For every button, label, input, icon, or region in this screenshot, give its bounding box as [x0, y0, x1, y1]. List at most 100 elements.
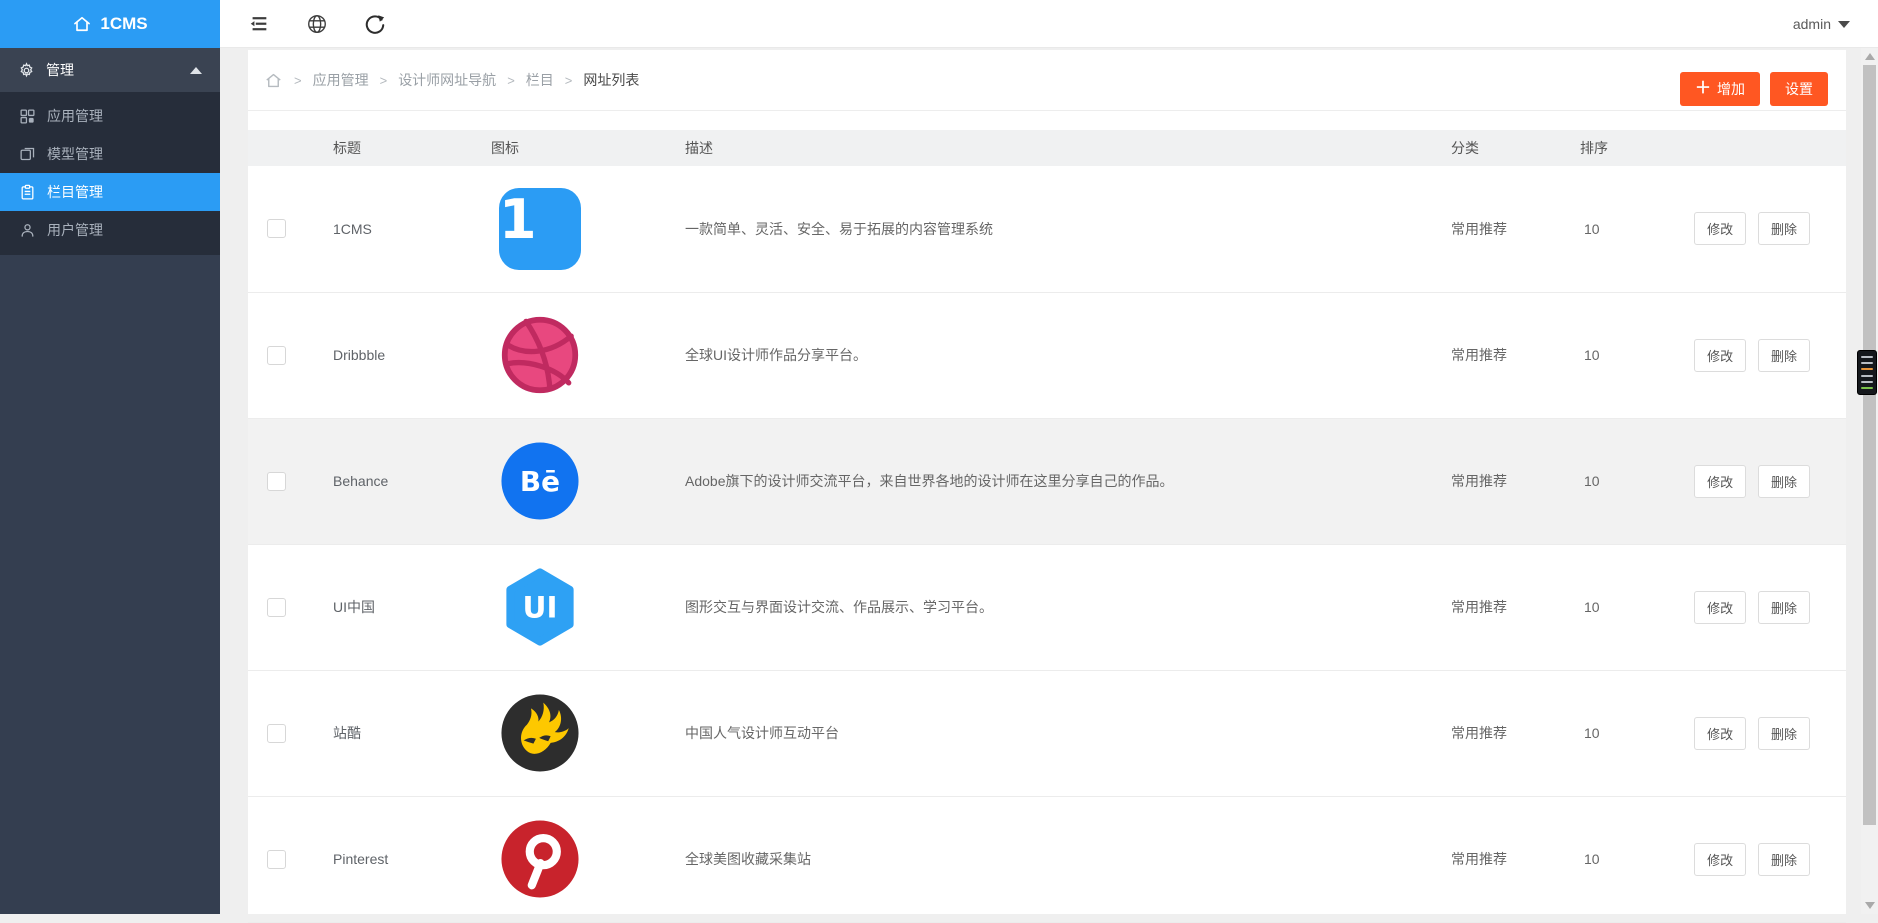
table-row: Pinterest 全球美图收藏采集站 常用推荐 10 修改 删除: [248, 796, 1846, 922]
globe-icon[interactable]: [306, 13, 328, 35]
url-list-table: 标题 图标 描述 分类 排序 1CMS 1 一款简单、灵活、安全、易于拓展的内容…: [248, 130, 1846, 923]
scrollbar-down-arrow[interactable]: [1865, 902, 1875, 909]
table-row: Dribbble 全球UI设计师作品分享平台。 常用推荐 10 修改 删除: [248, 292, 1846, 418]
scroll-minimap-widget[interactable]: [1857, 350, 1877, 395]
delete-button[interactable]: 删除: [1758, 212, 1810, 245]
settings-button[interactable]: 设置: [1770, 72, 1828, 106]
uichina-icon: UI: [499, 566, 581, 648]
delete-button[interactable]: 删除: [1758, 717, 1810, 750]
column-icon: [19, 184, 36, 201]
vertical-scrollbar[interactable]: [1861, 48, 1878, 914]
chevron-up-icon: [190, 67, 202, 74]
dribbble-icon: [499, 314, 581, 396]
edit-button[interactable]: 修改: [1694, 465, 1746, 498]
header-category: 分类: [1441, 130, 1561, 166]
row-checkbox[interactable]: [267, 219, 286, 238]
row-checkbox[interactable]: [267, 346, 286, 365]
collapse-sidebar-icon[interactable]: [248, 13, 270, 35]
breadcrumb: > 应用管理 > 设计师网址导航 > 栏目 > 网址列表: [264, 70, 639, 90]
header-order: 排序: [1561, 130, 1676, 166]
row-category: 常用推荐: [1441, 292, 1561, 418]
refresh-icon[interactable]: [364, 13, 386, 35]
plus-icon: ＋: [1695, 81, 1711, 97]
delete-button[interactable]: 删除: [1758, 339, 1810, 372]
table-row: 1CMS 1 一款简单、灵活、安全、易于拓展的内容管理系统 常用推荐 10 修改…: [248, 166, 1846, 292]
breadcrumb-separator: >: [380, 73, 388, 88]
row-order: 10: [1561, 796, 1676, 922]
sidebar-item-models[interactable]: 模型管理: [0, 135, 220, 173]
sidebar-item-label: 应用管理: [47, 106, 103, 126]
topbar: admin: [220, 0, 1878, 48]
table-row: UI中国 UI 图形交互与界面设计交流、作品展示、学习平台。 常用推荐 10 修…: [248, 544, 1846, 670]
app-title: 1CMS: [100, 14, 147, 34]
home-icon[interactable]: [264, 71, 283, 90]
sidebar-item-apps[interactable]: 应用管理: [0, 97, 220, 135]
header-title: 标题: [310, 130, 465, 166]
row-checkbox[interactable]: [267, 850, 286, 869]
row-title: Pinterest: [310, 796, 465, 922]
row-description: 全球UI设计师作品分享平台。: [685, 292, 1441, 418]
row-category: 常用推荐: [1441, 166, 1561, 292]
row-category: 常用推荐: [1441, 418, 1561, 544]
scrollbar-thumb[interactable]: [1863, 65, 1876, 825]
table-header-row: 标题 图标 描述 分类 排序: [248, 130, 1846, 166]
row-category: 常用推荐: [1441, 796, 1561, 922]
row-order: 10: [1561, 670, 1676, 796]
sidebar-item-label: 栏目管理: [47, 182, 103, 202]
sidebar-group-manage[interactable]: 管理: [0, 48, 220, 92]
breadcrumb-item[interactable]: 应用管理: [313, 70, 369, 90]
sidebar-item-users[interactable]: 用户管理: [0, 211, 220, 249]
onecms-icon: 1: [499, 188, 581, 270]
edit-button[interactable]: 修改: [1694, 591, 1746, 624]
edit-button[interactable]: 修改: [1694, 843, 1746, 876]
edit-button[interactable]: 修改: [1694, 339, 1746, 372]
row-category: 常用推荐: [1441, 670, 1561, 796]
row-description: 图形交互与界面设计交流、作品展示、学习平台。: [685, 544, 1441, 670]
edit-button[interactable]: 修改: [1694, 717, 1746, 750]
home-icon: [72, 14, 92, 34]
row-checkbox[interactable]: [267, 598, 286, 617]
gear-icon: [18, 62, 35, 79]
row-order: 10: [1561, 544, 1676, 670]
apps-icon: [19, 108, 36, 125]
row-description: 中国人气设计师互动平台: [685, 670, 1441, 796]
table-row: Behance Bē Adobe旗下的设计师交流平台，来自世界各地的设计师在这里…: [248, 418, 1846, 544]
sidebar-submenu: 应用管理 模型管理 栏目管理: [0, 92, 220, 255]
sidebar-item-label: 模型管理: [47, 144, 103, 164]
zcool-icon: [499, 692, 581, 774]
edit-button[interactable]: 修改: [1694, 212, 1746, 245]
row-checkbox[interactable]: [267, 472, 286, 491]
row-category: 常用推荐: [1441, 544, 1561, 670]
user-menu[interactable]: admin: [1793, 0, 1850, 48]
delete-button[interactable]: 删除: [1758, 843, 1810, 876]
breadcrumb-item[interactable]: 栏目: [526, 70, 554, 90]
delete-button[interactable]: 删除: [1758, 591, 1810, 624]
add-button[interactable]: ＋ 增加: [1680, 72, 1760, 106]
username: admin: [1793, 16, 1831, 32]
breadcrumb-separator: >: [294, 73, 302, 88]
row-title: UI中国: [310, 544, 465, 670]
breadcrumb-bar: > 应用管理 > 设计师网址导航 > 栏目 > 网址列表 ＋ 增加 设置: [248, 50, 1846, 111]
table-row: 站酷 中国人气设计师互动平台 常用推荐 10 修改 删除: [248, 670, 1846, 796]
breadcrumb-item[interactable]: 设计师网址导航: [398, 70, 496, 90]
header-icon: 图标: [465, 130, 685, 166]
row-order: 10: [1561, 292, 1676, 418]
behance-icon: Bē: [499, 440, 581, 522]
header-checkbox-col: [248, 130, 310, 166]
delete-button[interactable]: 删除: [1758, 465, 1810, 498]
sidebar-group-label: 管理: [46, 60, 74, 80]
user-icon: [19, 222, 36, 239]
app-logo[interactable]: 1CMS: [0, 0, 220, 48]
scrollbar-up-arrow[interactable]: [1865, 53, 1875, 60]
row-title: 1CMS: [310, 166, 465, 292]
sidebar-item-columns[interactable]: 栏目管理: [0, 173, 220, 211]
pinterest-icon: [499, 818, 581, 900]
svg-text:Bē: Bē: [520, 465, 560, 498]
sidebar-item-label: 用户管理: [47, 220, 103, 240]
row-description: 一款简单、灵活、安全、易于拓展的内容管理系统: [685, 166, 1441, 292]
chevron-down-icon: [1838, 21, 1850, 28]
breadcrumb-separator: >: [507, 73, 515, 88]
content-panel: > 应用管理 > 设计师网址导航 > 栏目 > 网址列表 ＋ 增加 设置: [248, 50, 1846, 914]
breadcrumb-current: 网址列表: [583, 70, 639, 90]
row-checkbox[interactable]: [267, 724, 286, 743]
